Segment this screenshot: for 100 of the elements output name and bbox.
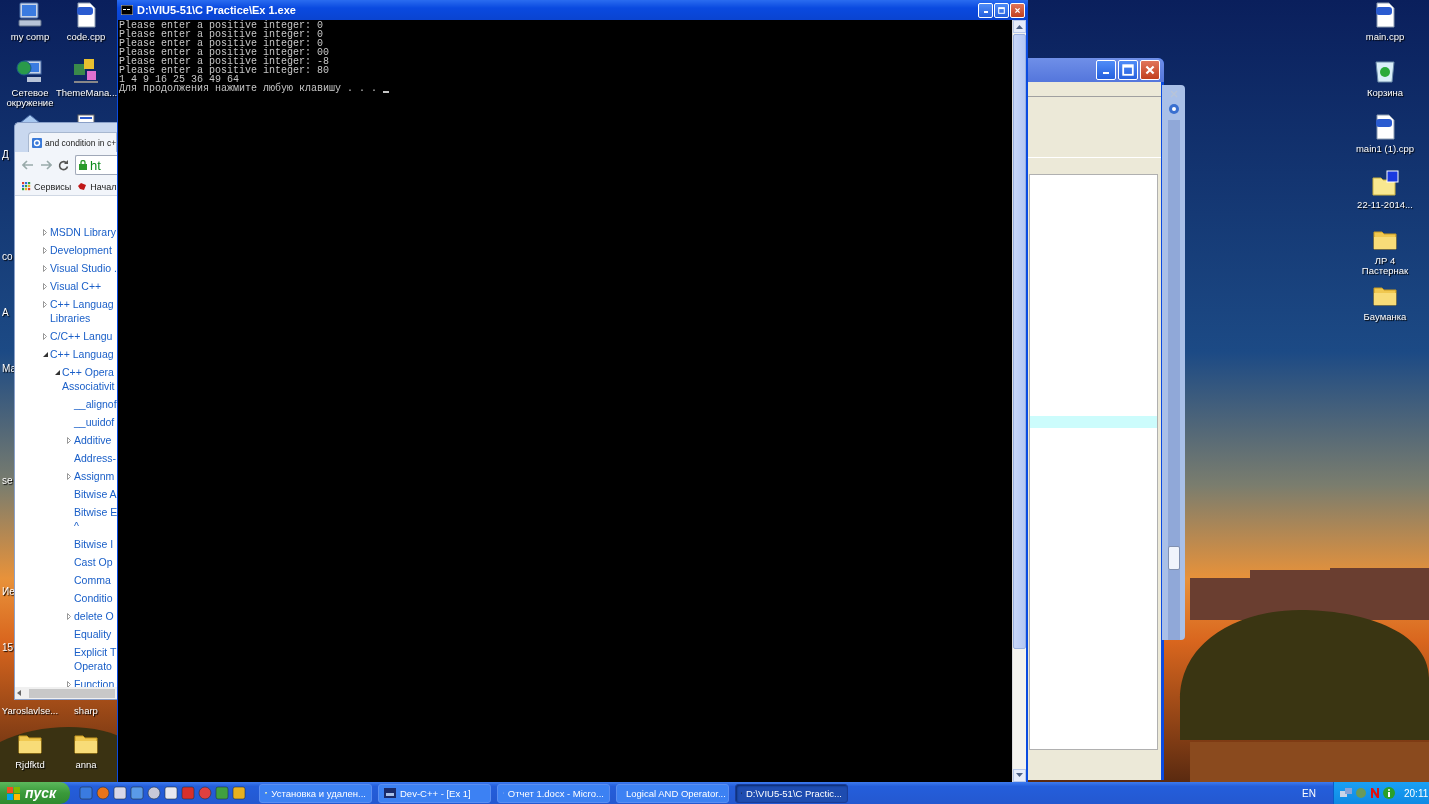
icon-label: code.cpp bbox=[66, 32, 106, 42]
icon-label: se bbox=[2, 475, 13, 486]
expand-arrow-icon[interactable] bbox=[43, 300, 47, 308]
language-indicator[interactable]: EN bbox=[1302, 787, 1316, 799]
icon-label: ThemeMana... bbox=[56, 88, 116, 98]
scrollbar[interactable] bbox=[1167, 120, 1180, 640]
tree-link[interactable]: Development bbox=[50, 243, 112, 257]
tree-link[interactable]: Cast Op bbox=[74, 555, 113, 569]
icon-label: А bbox=[2, 307, 9, 318]
console-line: Please enter a positive integer: 0 bbox=[119, 30, 324, 39]
icon-label: main1 (1).cpp bbox=[1355, 144, 1415, 154]
tree-link[interactable]: MSDN Library bbox=[50, 225, 116, 239]
taskbar-button[interactable]: Dev-C++ - [Ex 1] bbox=[378, 783, 491, 803]
scroll-left-icon[interactable] bbox=[17, 690, 21, 696]
expand-arrow-icon[interactable] bbox=[43, 332, 47, 340]
scroll-thumb[interactable] bbox=[1013, 34, 1026, 649]
icon-label: 22-11-2014... bbox=[1357, 200, 1413, 210]
console-line: Please enter a positive integer: 80 bbox=[119, 66, 330, 75]
tree-link[interactable]: Comma bbox=[74, 573, 111, 587]
tree-link[interactable]: Address- bbox=[74, 451, 116, 465]
tree-link[interactable]: Visual C++ bbox=[50, 279, 102, 293]
scroll-down-icon[interactable] bbox=[1016, 773, 1023, 778]
console-line: 1 4 9 16 25 36 49 64 bbox=[119, 75, 240, 84]
folder-icon[interactable] bbox=[1370, 169, 1400, 197]
expand-arrow-icon[interactable] bbox=[43, 228, 47, 236]
scrollbar[interactable] bbox=[15, 687, 117, 699]
tree-link[interactable]: C/C++ Langu bbox=[50, 329, 113, 343]
expand-arrow-icon[interactable] bbox=[43, 282, 47, 290]
taskbar-button[interactable]: Установка и удален... bbox=[259, 783, 372, 803]
close-button[interactable] bbox=[1010, 2, 1025, 18]
minimize-icon bbox=[983, 10, 988, 13]
icon-label: Yaroslavlse... bbox=[1, 706, 59, 716]
icon-label: 15 bbox=[2, 642, 14, 653]
collapse-arrow-icon[interactable] bbox=[43, 351, 48, 357]
tree-link[interactable]: Visual Studio . bbox=[50, 261, 117, 275]
address-field[interactable]: ht bbox=[75, 155, 117, 175]
scroll-thumb[interactable] bbox=[29, 688, 115, 698]
window-title: D:\VIU5-51\C Practice\Ex 1.exe bbox=[137, 4, 297, 16]
windows-flag-icon bbox=[7, 786, 21, 800]
minimize-button[interactable] bbox=[978, 2, 993, 18]
scroll-thumb[interactable] bbox=[1167, 546, 1180, 570]
icon-label: Бауманка bbox=[1363, 312, 1407, 322]
lock-icon bbox=[79, 160, 87, 170]
maximize-button[interactable] bbox=[1118, 60, 1138, 80]
taskbar-button[interactable]: Logical AND Operator... bbox=[616, 783, 729, 803]
tree-link[interactable]: Explicit T Operato bbox=[74, 645, 117, 673]
expand-arrow-icon[interactable] bbox=[43, 264, 47, 272]
tree-link[interactable]: C++ Opera Associativit bbox=[62, 365, 115, 393]
console-line: Please enter a positive integer: 0 bbox=[119, 21, 324, 30]
close-icon bbox=[1144, 64, 1156, 76]
computer-icon[interactable] bbox=[16, 1, 44, 29]
maximize-icon bbox=[1122, 64, 1134, 76]
tree-link[interactable]: __uuidof bbox=[74, 415, 115, 429]
ide-icon bbox=[384, 787, 396, 799]
console-line: Please enter a positive integer: 00 bbox=[119, 48, 330, 57]
tree-link[interactable]: delete O bbox=[74, 609, 114, 623]
tree-link[interactable]: Assignm bbox=[74, 469, 115, 483]
maximize-button[interactable] bbox=[994, 2, 1009, 18]
n-icon[interactable] bbox=[1370, 787, 1380, 799]
icon-label: main.cpp bbox=[1365, 32, 1405, 42]
browser-tab[interactable]: and condition in c+ bbox=[28, 132, 117, 152]
tree-link[interactable]: Bitwise I bbox=[74, 537, 114, 551]
tree-link[interactable]: C++ Languag Libraries bbox=[50, 297, 114, 325]
console-line: Please enter a positive integer: 0 bbox=[119, 39, 324, 48]
console-line: Please enter a positive integer: -8 bbox=[119, 57, 330, 66]
tree-link[interactable]: C++ Languag bbox=[50, 347, 114, 361]
tree-link[interactable]: Bitwise E ^ bbox=[74, 505, 117, 533]
icon-label: anna bbox=[75, 760, 97, 770]
tree-link[interactable]: Additive bbox=[74, 433, 112, 447]
bookmark[interactable]: Сервисы bbox=[22, 181, 72, 192]
minimize-icon bbox=[1103, 72, 1109, 74]
tree-link[interactable]: __alignof bbox=[74, 397, 117, 411]
help-icon[interactable] bbox=[1168, 104, 1179, 114]
expand-arrow-icon[interactable] bbox=[67, 436, 71, 444]
text-cursor bbox=[383, 91, 390, 93]
minimize-button[interactable] bbox=[1096, 60, 1116, 80]
taskbar-button[interactable]: D:\VIU5-51\C Practic... bbox=[735, 783, 848, 803]
theme-icon[interactable] bbox=[72, 57, 100, 85]
reload-icon[interactable] bbox=[58, 159, 69, 171]
console-line: Для продолжения нажмите любую клавишу . . . bbox=[119, 84, 379, 93]
close-button[interactable] bbox=[1140, 60, 1160, 80]
icon-label: my comp bbox=[10, 32, 50, 42]
scrollbar[interactable] bbox=[1012, 20, 1026, 782]
icon-label: ЛР 4 Пастернак bbox=[1360, 256, 1410, 276]
expand-arrow-icon[interactable] bbox=[43, 246, 47, 254]
scroll-up-icon[interactable] bbox=[1016, 24, 1023, 29]
bookmark[interactable]: Начал bbox=[77, 181, 117, 192]
tree-link[interactable]: Equality bbox=[74, 627, 112, 641]
collapse-arrow-icon[interactable] bbox=[55, 369, 60, 375]
maximize-icon bbox=[998, 6, 1005, 14]
tree-link[interactable]: Conditio bbox=[74, 591, 113, 605]
expand-arrow-icon[interactable] bbox=[67, 612, 71, 620]
icon-label: sharp bbox=[74, 706, 98, 716]
tab-title: and condition in c+ bbox=[45, 137, 117, 148]
taskbar-button[interactable]: Отчет 1.docx - Micro... bbox=[497, 783, 610, 803]
icon-label: Корзина bbox=[1366, 88, 1404, 98]
expand-arrow-icon[interactable] bbox=[67, 472, 71, 480]
start-button[interactable]: пуск bbox=[0, 782, 70, 804]
tree-link[interactable]: Bitwise A bbox=[74, 487, 117, 501]
info-icon[interactable] bbox=[1383, 787, 1395, 799]
